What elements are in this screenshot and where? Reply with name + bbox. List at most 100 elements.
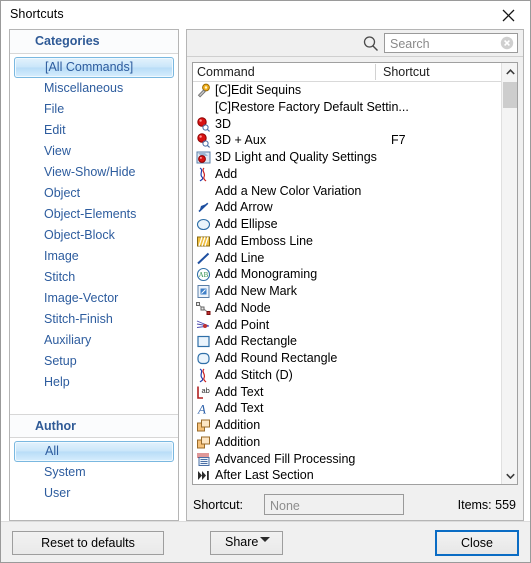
command-row[interactable]: 3D [193,116,502,133]
scrollbar-thumb[interactable] [503,82,517,108]
command-row[interactable]: Add Emboss Line [193,233,502,250]
text-ab-icon: ab [196,385,211,400]
shortcut-field[interactable] [264,494,404,515]
author-item-system[interactable]: System [14,462,174,483]
category-item-label: [All Commands] [45,60,134,74]
category-item-view-show-hide[interactable]: View-Show/Hide [14,162,174,183]
command-shortcut: F7 [391,133,406,148]
command-label: Add Node [215,300,271,315]
command-row[interactable]: [C]Edit Sequins [193,82,502,99]
command-row[interactable]: Add Ellipse [193,216,502,233]
category-item-image[interactable]: Image [14,246,174,267]
command-label: Add Point [215,317,270,332]
category-item-label: Object [44,186,81,200]
category-item-object-block[interactable]: Object-Block [14,225,174,246]
author-item-user[interactable]: User [14,483,174,504]
close-icon[interactable] [491,4,525,26]
shortcut-input[interactable] [268,496,402,515]
share-button-label: Share [225,535,259,549]
category-item-label: Auxiliary [44,333,92,347]
chevron-down-icon[interactable] [502,467,517,484]
command-row[interactable]: After Last Section [193,467,502,484]
category-item-help[interactable]: Help [14,372,174,393]
command-row[interactable]: [C]Restore Factory Default Settin... [193,99,502,116]
categories-header-label: Categories [35,34,100,48]
share-button[interactable]: Share [210,531,283,556]
stitch-add-icon [196,167,211,182]
category-item-miscellaneous[interactable]: Miscellaneous [14,78,174,99]
addition-icon [196,435,211,450]
search-box[interactable] [384,33,518,53]
category-item-label: Image [44,249,79,263]
categories-header: Categories [10,30,178,54]
command-row[interactable]: 3D Light and Quality Settings [193,149,502,166]
column-header-shortcut[interactable]: Shortcut [383,65,430,79]
command-row[interactable]: Add New Mark [193,283,502,300]
categories-list[interactable]: [All Commands] Miscellaneous File Edit View V… [10,54,178,393]
command-row[interactable]: ab Add Text [193,384,502,401]
command-row[interactable]: Add Round Rectangle [193,350,502,367]
category-item-label: View-Show/Hide [44,165,136,179]
command-label: Add Stitch (D) [215,367,293,382]
category-item-edit[interactable]: Edit [14,120,174,141]
command-row[interactable]: AB Add Monograming [193,266,502,283]
command-label: 3D [215,116,231,131]
rectangle-icon [196,334,211,349]
command-list[interactable]: Command Shortcut [C]Edit Sequins [C]Resto… [192,62,518,485]
command-row[interactable]: Addition [193,417,502,434]
command-row[interactable]: Add Arrow [193,199,502,216]
ellipse-icon [196,217,211,232]
sphere-search-icon [196,133,211,149]
command-row[interactable]: Add a New Color Variation [193,183,502,200]
category-item-object[interactable]: Object [14,183,174,204]
category-item-stitch-finish[interactable]: Stitch-Finish [14,309,174,330]
command-row[interactable]: Add Point [193,317,502,334]
author-item-all[interactable]: All [14,441,174,462]
author-list[interactable]: All System User [10,441,178,504]
category-item-object-elements[interactable]: Object-Elements [14,204,174,225]
category-item-file[interactable]: File [14,99,174,120]
command-row[interactable]: Add Stitch (D) [193,367,502,384]
category-item-label: Image-Vector [44,291,119,305]
svg-text:A: A [197,402,206,417]
category-item-auxiliary[interactable]: Auxiliary [14,330,174,351]
category-item-setup[interactable]: Setup [14,351,174,372]
close-button[interactable]: Close [435,530,519,556]
command-label: Add Monograming [215,267,318,282]
window-title: Shortcuts [10,7,64,21]
command-label: Add Text [215,384,264,399]
category-item-all-commands[interactable]: [All Commands] [14,57,174,78]
command-row[interactable]: A Add Text [193,400,502,417]
addition-icon [196,418,211,433]
command-rows[interactable]: [C]Edit Sequins [C]Restore Factory Defaul… [193,82,502,484]
command-row[interactable]: 3D + Aux F7 [193,132,502,149]
reset-to-defaults-button[interactable]: Reset to defaults [12,531,164,555]
shortcut-label: Shortcut: [193,498,244,512]
category-item-label: File [44,102,65,116]
chevron-up-icon[interactable] [502,63,517,80]
category-item-stitch[interactable]: Stitch [14,267,174,288]
category-item-label: View [44,144,71,158]
vertical-scrollbar[interactable] [501,63,517,484]
category-item-label: Stitch-Finish [44,312,113,326]
shortcut-row: Shortcut: Items: 559 [187,491,523,520]
command-label: Add New Mark [215,284,297,298]
command-label: Addition [215,434,261,449]
command-row[interactable]: Add Node [193,300,502,317]
command-row[interactable]: Add Line [193,250,502,267]
command-row[interactable]: Advanced Fill Processing [193,451,502,468]
command-row[interactable]: Addition [193,434,502,451]
text-a-icon: A [196,401,211,417]
clear-icon[interactable] [500,36,514,50]
search-input[interactable] [388,35,500,53]
category-item-image-vector[interactable]: Image-Vector [14,288,174,309]
command-row[interactable]: Add Rectangle [193,333,502,350]
command-label: Add Ellipse [215,217,278,231]
category-item-label: Setup [44,354,77,368]
author-item-label: System [44,465,86,479]
command-label: [C]Edit Sequins [215,83,302,97]
column-header-command[interactable]: Command [197,65,255,79]
command-row[interactable]: Add [193,166,502,183]
category-item-label: Edit [44,123,66,137]
category-item-view[interactable]: View [14,141,174,162]
